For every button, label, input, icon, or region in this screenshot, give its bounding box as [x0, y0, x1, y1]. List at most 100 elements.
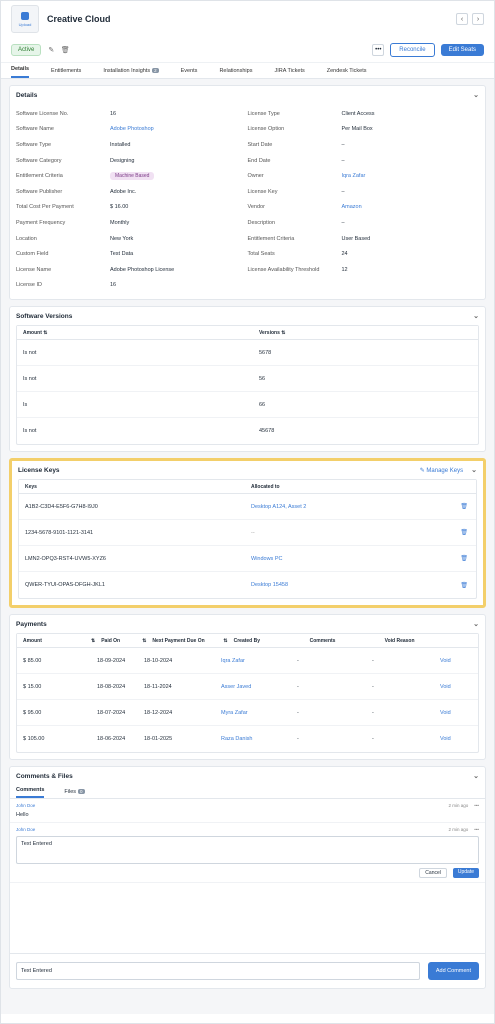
- edit-pencil-icon[interactable]: ✎: [47, 46, 55, 54]
- license-key-value: QWER-TYUI-OPAS-DFGH-JKL1: [25, 582, 105, 589]
- detail-value: Installed: [110, 141, 131, 148]
- tab-entitlements[interactable]: Entitlements: [51, 68, 81, 78]
- detail-value: New York: [110, 235, 134, 242]
- status-badge: Active: [11, 43, 42, 56]
- void-link[interactable]: Void: [434, 658, 451, 664]
- tab-jira-tickets[interactable]: JIRA Tickets: [274, 68, 304, 78]
- payment-paid-on: 18-07-2024: [97, 709, 126, 716]
- payment-created-by[interactable]: Myra Zafar: [215, 710, 291, 716]
- detail-value[interactable]: Adobe Photoshop: [110, 126, 154, 132]
- detail-label: Vendor: [247, 204, 265, 211]
- detail-label: License Availability Threshold: [247, 266, 320, 273]
- detail-row: License Type Client Access: [248, 106, 480, 122]
- payments-column-header: Comments: [309, 637, 336, 644]
- version-value: 56: [259, 375, 266, 382]
- column-header-versions[interactable]: Versions ⇅: [253, 330, 285, 336]
- reconcile-button[interactable]: Reconcile: [390, 42, 435, 57]
- add-comment-button[interactable]: Add Comment: [427, 962, 479, 981]
- tab-files[interactable]: Files 0: [64, 789, 85, 798]
- detail-value: –: [341, 219, 345, 226]
- more-options-icon[interactable]: •••: [372, 43, 385, 56]
- chevron-down-icon[interactable]: ⌄: [473, 312, 479, 320]
- detail-value: –: [341, 141, 345, 148]
- payments-column-header[interactable]: Next Payment Due On: [146, 638, 223, 644]
- void-link[interactable]: Void: [434, 684, 451, 690]
- new-comment-input[interactable]: Text Entered: [16, 962, 420, 981]
- header: Upload Creative Cloud ‹ ›: [1, 1, 494, 37]
- detail-label: License ID: [16, 282, 42, 289]
- table-row: Is not 56: [17, 366, 478, 393]
- allocated-to[interactable]: Desktop A124, Asset 2: [245, 504, 306, 510]
- tab-zendesk-tickets[interactable]: Zendesk Tickets: [327, 68, 367, 78]
- table-row: A1B2-C3D4-E5F6-G7H8-I9J0 Desktop A124, As…: [19, 494, 476, 521]
- more-options-icon[interactable]: •••: [474, 827, 479, 832]
- detail-label: Software Category: [16, 157, 62, 164]
- payment-void-reason: -: [372, 683, 374, 690]
- upload-tile[interactable]: Upload: [11, 5, 39, 33]
- comment-author[interactable]: John Doe: [16, 827, 35, 832]
- tab-installation-insights[interactable]: Installation Insights 2: [103, 68, 159, 78]
- prev-arrow-icon[interactable]: ‹: [456, 13, 468, 25]
- detail-value: 12: [341, 266, 348, 273]
- update-button[interactable]: Update: [452, 868, 479, 879]
- payment-created-by[interactable]: Raza Danish: [215, 736, 291, 742]
- delete-trash-icon[interactable]: 🗑: [460, 582, 468, 589]
- column-header-amount[interactable]: Amount ⇅: [17, 330, 253, 336]
- versions-title: Software Versions: [16, 312, 73, 320]
- detail-label: Start Date: [247, 141, 273, 148]
- payment-created-by[interactable]: Asser Javed: [215, 684, 291, 690]
- table-row: $ 85.00 18-09-2024 18-10-2024 Iqra Zafar - - V…: [17, 648, 478, 675]
- tab-comments[interactable]: Comments: [16, 787, 45, 799]
- delete-trash-icon[interactable]: 🗑: [460, 503, 468, 510]
- action-bar: Active ✎ 🗑 ••• Reconcile Edit Seats: [1, 37, 494, 63]
- comment-edit-field[interactable]: Text Entered: [16, 836, 479, 865]
- payment-created-by[interactable]: Iqra Zafar: [215, 658, 291, 664]
- table-row: $ 105.00 18-06-2024 18-01-2025 Raza Danish -…: [17, 726, 478, 752]
- detail-value: Client Access: [341, 110, 375, 117]
- payment-void-reason: -: [372, 709, 374, 716]
- detail-row: Software Publisher Adobe Inc.: [16, 184, 248, 200]
- tab-details[interactable]: Details: [11, 66, 30, 78]
- table-row: $ 95.00 18-07-2024 18-12-2024 Myra Zafar - - V…: [17, 700, 478, 727]
- comment-author[interactable]: John Doe: [16, 803, 35, 808]
- table-row: 1234-5678-9101-1121-3141 -- 🗑: [19, 520, 476, 547]
- license-keys-title: License Keys: [18, 466, 60, 474]
- delete-trash-icon[interactable]: 🗑: [61, 46, 70, 54]
- allocated-to[interactable]: Desktop 15458: [245, 582, 288, 588]
- tab-count-badge: 2: [152, 68, 159, 73]
- chevron-down-icon[interactable]: ⌄: [473, 772, 479, 780]
- void-link[interactable]: Void: [434, 736, 451, 742]
- detail-value[interactable]: Amazon: [342, 204, 362, 210]
- next-arrow-icon[interactable]: ›: [472, 13, 484, 25]
- tab-relationships[interactable]: Relationships: [219, 68, 252, 78]
- delete-trash-icon[interactable]: 🗑: [460, 529, 468, 536]
- detail-row: Total Seats 24: [248, 246, 480, 262]
- chevron-down-icon[interactable]: ⌄: [473, 620, 479, 628]
- void-link[interactable]: Void: [434, 710, 451, 716]
- manage-keys-link[interactable]: ✎ Manage Keys: [420, 467, 463, 474]
- cancel-button[interactable]: Cancel: [419, 868, 447, 879]
- payments-column-header[interactable]: Amount: [17, 638, 91, 644]
- detail-label: License Type: [247, 110, 280, 117]
- comment-item: John Doe 2 min ago ••• Hello: [10, 799, 485, 824]
- detail-label: End Date: [247, 157, 271, 164]
- delete-trash-icon[interactable]: 🗑: [460, 555, 468, 562]
- payment-amount: $ 95.00: [23, 709, 42, 716]
- detail-value[interactable]: Iqra Zafar: [342, 173, 366, 179]
- allocated-to[interactable]: Windows PC: [245, 556, 282, 562]
- chevron-down-icon[interactable]: ⌄: [471, 466, 477, 474]
- detail-row: Location New York: [16, 231, 248, 247]
- payments-column-header[interactable]: Paid On: [95, 638, 142, 644]
- more-options-icon[interactable]: •••: [474, 803, 479, 808]
- edit-seats-button[interactable]: Edit Seats: [440, 43, 484, 56]
- chevron-down-icon[interactable]: ⌄: [473, 91, 479, 99]
- detail-label: Software Publisher: [16, 188, 63, 195]
- detail-label: Payment Frequency: [16, 219, 66, 226]
- detail-row: Entitlement Criteria User Based: [248, 231, 480, 247]
- table-row: Is 66: [17, 392, 478, 419]
- allocated-to: --: [251, 529, 255, 536]
- payment-next-due: 18-10-2024: [144, 657, 173, 664]
- detail-row: License ID 16: [16, 278, 248, 294]
- table-row: $ 15.00 18-08-2024 18-11-2024 Asser Javed - -…: [17, 674, 478, 701]
- tab-events[interactable]: Events: [181, 68, 198, 78]
